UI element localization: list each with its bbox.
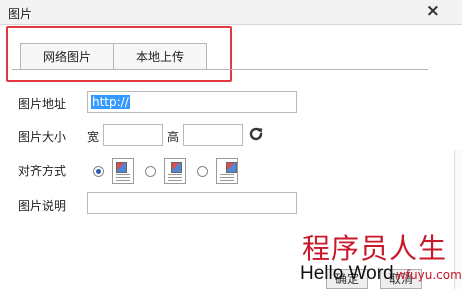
width-label: 宽 [87,130,100,144]
align-right-radio[interactable] [197,166,208,177]
tab-local-upload[interactable]: 本地上传 [113,43,207,70]
url-input-value: http:// [91,95,130,109]
size-label: 图片大小 [18,130,67,144]
url-input[interactable]: http:// [87,91,297,113]
height-label: 高 [167,130,180,144]
dialog-titlebar: 图片 × [0,0,462,25]
url-label: 图片地址 [18,97,67,111]
align-left-radio[interactable] [93,166,104,177]
align-left-icon[interactable] [112,158,134,184]
height-input[interactable] [183,124,243,146]
tab-network-image[interactable]: 网络图片 [20,43,114,70]
desc-input[interactable] [87,192,297,214]
watermark-chinese: 程序员人生 [302,232,448,265]
watermark-english: Hello Word [300,263,394,284]
align-center-radio[interactable] [145,166,156,177]
width-input[interactable] [103,124,163,146]
tab-divider [12,69,428,70]
align-right-icon[interactable] [216,158,238,184]
close-icon[interactable]: × [426,2,440,20]
align-center-icon[interactable] [164,158,186,184]
watermark-url: wfuyu.com [396,268,462,282]
align-label: 对齐方式 [18,164,67,178]
dialog-title: 图片 [8,7,33,21]
desc-label: 图片说明 [18,199,67,213]
refresh-icon[interactable] [248,126,264,142]
